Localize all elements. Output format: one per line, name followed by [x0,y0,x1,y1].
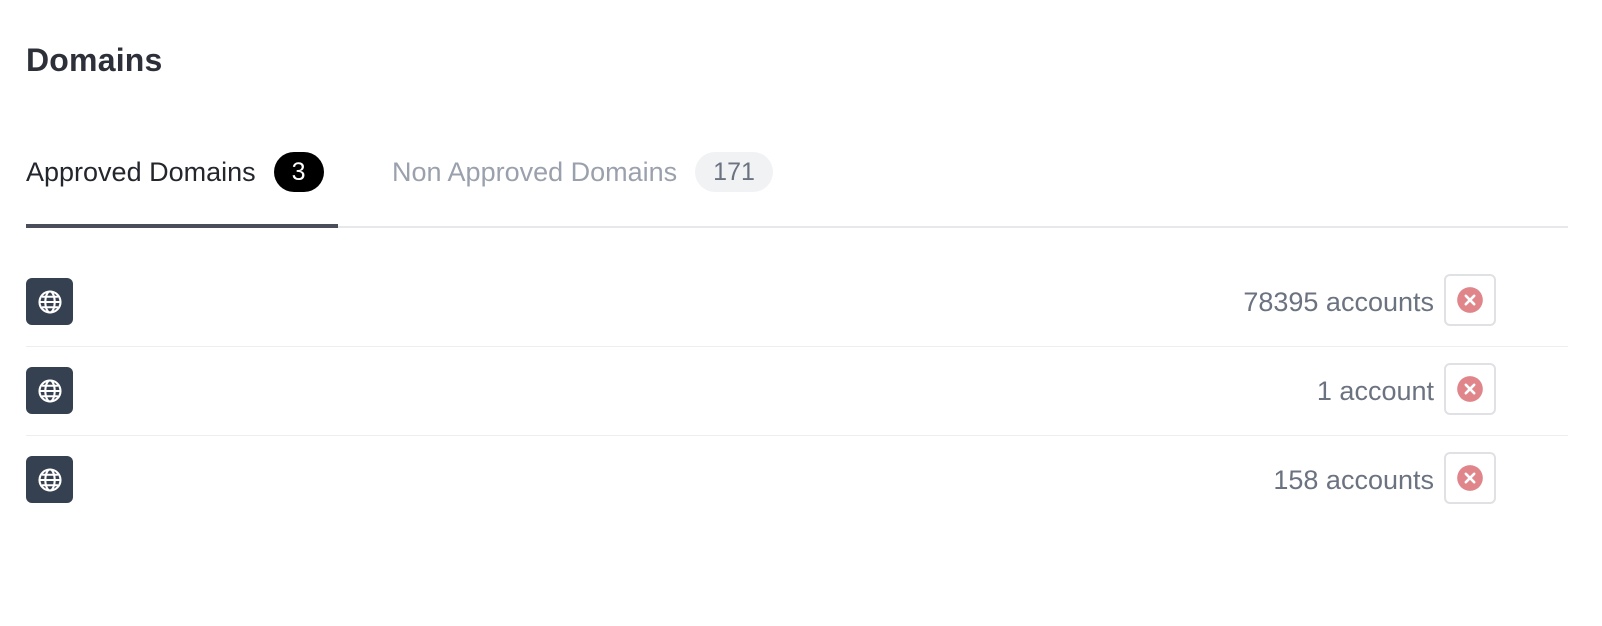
account-count: 158 accounts [1273,465,1434,495]
globe-icon [26,278,73,325]
domain-list: 78395 accounts 1 account 158 accounts [26,258,1568,524]
domain-row: 158 accounts [26,436,1568,524]
account-count: 1 account [1316,376,1434,406]
remove-domain-button[interactable] [1444,363,1496,415]
remove-circle-icon [1457,287,1483,313]
remove-domain-button[interactable] [1444,274,1496,326]
globe-icon [26,367,73,414]
tab-non-approved-domains[interactable]: Non Approved Domains 171 [392,150,778,226]
remove-domain-button[interactable] [1444,452,1496,504]
globe-icon [26,456,73,503]
domain-row: 78395 accounts [26,258,1568,347]
remove-circle-icon [1457,465,1483,491]
domain-tabs: Approved Domains 3 Non Approved Domains … [26,150,1568,228]
tab-approved-domains[interactable]: Approved Domains 3 [26,150,338,228]
tab-label: Non Approved Domains [392,157,678,187]
tab-label: Approved Domains [26,157,256,187]
page-title: Domains [26,42,163,78]
domain-row: 1 account [26,347,1568,436]
account-count: 78395 accounts [1243,287,1434,317]
tab-count-badge: 171 [695,152,773,192]
tab-count-badge: 3 [273,152,324,192]
remove-circle-icon [1457,376,1483,402]
